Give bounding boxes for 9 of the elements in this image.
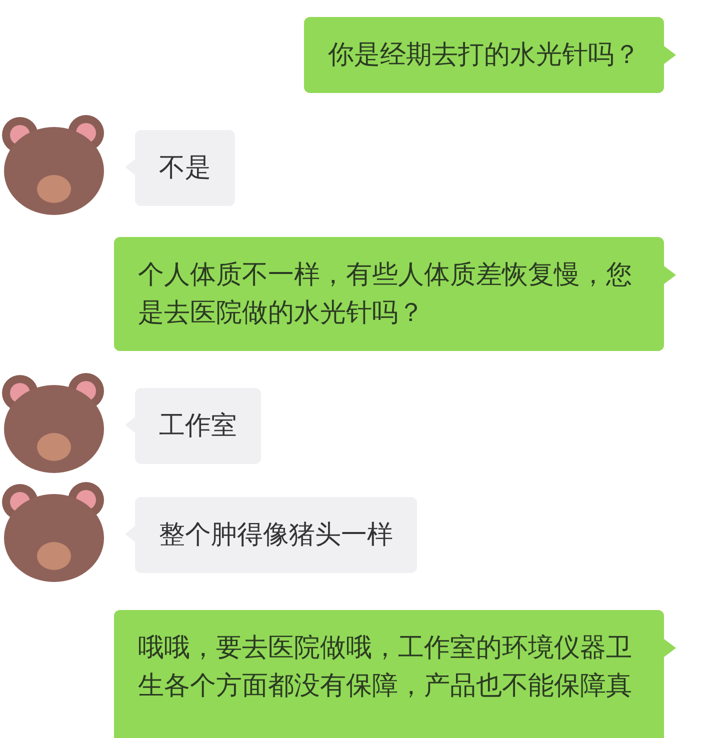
bubble-tail-icon (664, 46, 676, 64)
bubble-tail-icon (664, 266, 676, 284)
message-bubble: 你是经期去打的水光针吗？ (304, 17, 664, 93)
message-bubble: 哦哦，要去医院做哦，工作室的环境仪器卫生各个方面都没有保障，产品也不能保障真 (114, 610, 664, 738)
message-bubble: 整个肿得像猪头一样 (135, 497, 417, 573)
message-bubble: 不是 (135, 130, 235, 206)
message-bubble: 个人体质不一样，有些人体质差恢复慢，您是去医院做的水光针吗？ (114, 237, 664, 351)
message-bubble: 工作室 (135, 388, 261, 464)
bubble-tail-icon (664, 639, 676, 657)
